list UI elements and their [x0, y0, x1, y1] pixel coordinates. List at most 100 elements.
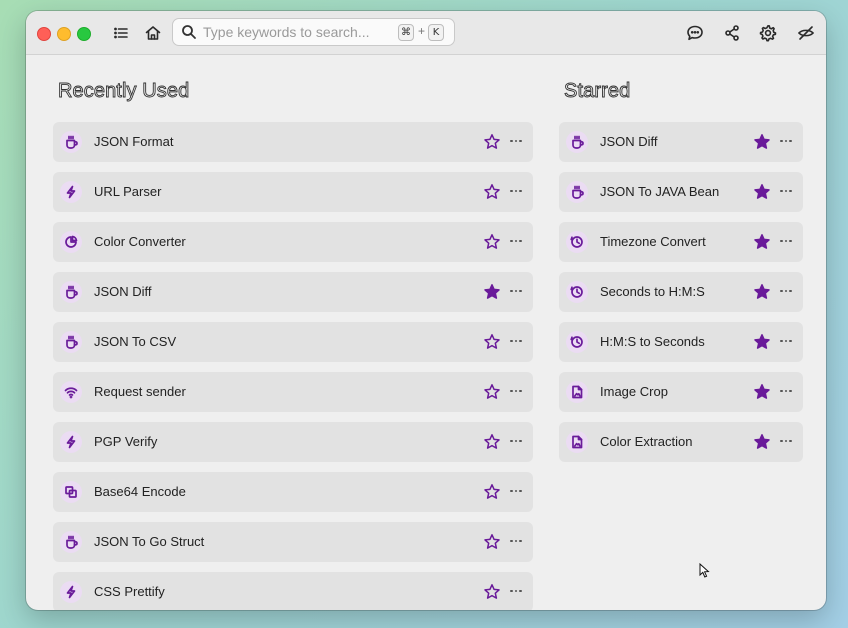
more-options-icon[interactable]	[508, 332, 524, 350]
tool-card-label: Seconds to H:M:S	[600, 284, 705, 299]
star-outline-icon[interactable]	[483, 333, 501, 351]
maximize-window-button[interactable]	[77, 27, 91, 41]
star-filled-icon[interactable]	[753, 283, 771, 301]
coffee-icon	[566, 131, 588, 153]
tool-card[interactable]: Color Converter	[53, 222, 533, 262]
tool-card-label: H:M:S to Seconds	[600, 334, 705, 349]
share-icon[interactable]	[720, 21, 744, 45]
more-options-icon[interactable]	[508, 582, 524, 600]
recently-used-title: Recently Used	[58, 80, 190, 103]
tool-card-label: Request sender	[94, 384, 186, 399]
tool-card-label: Color Converter	[94, 234, 186, 249]
tool-card-label: CSS Prettify	[94, 584, 165, 599]
tool-card[interactable]: JSON Format	[53, 122, 533, 162]
tool-card[interactable]: JSON Diff	[559, 122, 803, 162]
shortcut-plus: +	[418, 24, 426, 38]
tool-card[interactable]: CSS Prettify	[53, 572, 533, 610]
more-options-icon[interactable]	[508, 432, 524, 450]
copy-icon	[60, 481, 82, 503]
star-filled-icon[interactable]	[753, 233, 771, 251]
tool-card[interactable]: JSON To CSV	[53, 322, 533, 362]
star-filled-icon[interactable]	[753, 383, 771, 401]
no-network-icon[interactable]	[794, 21, 818, 45]
more-options-icon[interactable]	[508, 232, 524, 250]
star-filled-icon[interactable]	[753, 183, 771, 201]
more-options-icon[interactable]	[508, 382, 524, 400]
feedback-icon[interactable]	[683, 21, 707, 45]
star-filled-icon[interactable]	[483, 283, 501, 301]
tool-card-label: JSON Diff	[94, 284, 152, 299]
tool-card[interactable]: PGP Verify	[53, 422, 533, 462]
image-file-icon	[566, 431, 588, 453]
tool-card-label: JSON Diff	[600, 134, 658, 149]
more-options-icon[interactable]	[778, 132, 794, 150]
wifi-icon	[60, 381, 82, 403]
star-outline-icon[interactable]	[483, 583, 501, 601]
star-outline-icon[interactable]	[483, 183, 501, 201]
shortcut-k-key: K	[428, 24, 444, 41]
tool-card[interactable]: Request sender	[53, 372, 533, 412]
tool-card[interactable]: Base64 Encode	[53, 472, 533, 512]
more-options-icon[interactable]	[778, 232, 794, 250]
minimize-window-button[interactable]	[57, 27, 71, 41]
tool-card-label: JSON Format	[94, 134, 174, 149]
lightning-icon	[60, 581, 82, 603]
search-icon	[181, 24, 197, 40]
home-icon[interactable]	[141, 21, 165, 45]
more-options-icon[interactable]	[778, 282, 794, 300]
settings-icon[interactable]	[756, 21, 780, 45]
tool-card[interactable]: Color Extraction	[559, 422, 803, 462]
starred-title: Starred	[564, 80, 631, 103]
tool-card[interactable]: Image Crop	[559, 372, 803, 412]
star-outline-icon[interactable]	[483, 133, 501, 151]
tool-card[interactable]: URL Parser	[53, 172, 533, 212]
more-options-icon[interactable]	[778, 432, 794, 450]
app-window: ⌘ + K Recently Used Starred JSON Format U…	[26, 11, 826, 610]
tool-card-label: JSON To Go Struct	[94, 534, 205, 549]
tool-card-label: Base64 Encode	[94, 484, 186, 499]
more-options-icon[interactable]	[508, 182, 524, 200]
tool-card[interactable]: H:M:S to Seconds	[559, 322, 803, 362]
tool-card-label: PGP Verify	[94, 434, 158, 449]
close-window-button[interactable]	[37, 27, 51, 41]
mouse-cursor-icon	[699, 563, 710, 578]
coffee-icon	[566, 181, 588, 203]
star-filled-icon[interactable]	[753, 333, 771, 351]
star-outline-icon[interactable]	[483, 433, 501, 451]
tool-card[interactable]: Timezone Convert	[559, 222, 803, 262]
star-outline-icon[interactable]	[483, 233, 501, 251]
tool-card[interactable]: Seconds to H:M:S	[559, 272, 803, 312]
image-file-icon	[566, 381, 588, 403]
tool-card[interactable]: JSON Diff	[53, 272, 533, 312]
more-options-icon[interactable]	[778, 382, 794, 400]
star-filled-icon[interactable]	[753, 433, 771, 451]
more-options-icon[interactable]	[508, 282, 524, 300]
more-options-icon[interactable]	[778, 332, 794, 350]
pie-chart-icon	[60, 231, 82, 253]
search-bar[interactable]: ⌘ + K	[172, 18, 455, 46]
search-input[interactable]	[203, 22, 393, 42]
star-outline-icon[interactable]	[483, 533, 501, 551]
tool-card-label: Color Extraction	[600, 434, 693, 449]
tool-card-label: JSON To JAVA Bean	[600, 184, 720, 199]
clock-icon	[566, 331, 588, 353]
toolbar: ⌘ + K	[26, 11, 826, 55]
tool-card[interactable]: JSON To Go Struct	[53, 522, 533, 562]
menu-icon[interactable]	[109, 21, 133, 45]
tool-card-label: JSON To CSV	[94, 334, 177, 349]
lightning-icon	[60, 431, 82, 453]
star-filled-icon[interactable]	[753, 133, 771, 151]
tool-card-label: Image Crop	[600, 384, 668, 399]
star-outline-icon[interactable]	[483, 483, 501, 501]
tool-card[interactable]: JSON To JAVA Bean	[559, 172, 803, 212]
more-options-icon[interactable]	[508, 132, 524, 150]
coffee-icon	[60, 531, 82, 553]
more-options-icon[interactable]	[778, 182, 794, 200]
coffee-icon	[60, 281, 82, 303]
more-options-icon[interactable]	[508, 482, 524, 500]
more-options-icon[interactable]	[508, 532, 524, 550]
clock-icon	[566, 281, 588, 303]
star-outline-icon[interactable]	[483, 383, 501, 401]
coffee-icon	[60, 331, 82, 353]
lightning-icon	[60, 181, 82, 203]
